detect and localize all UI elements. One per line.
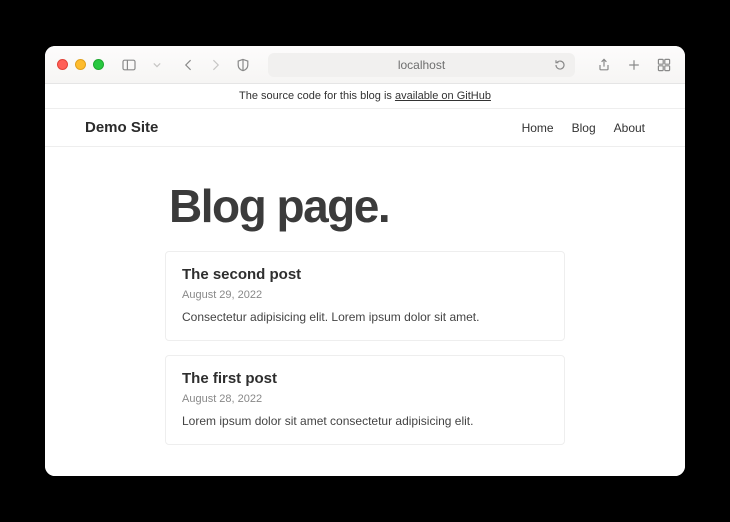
tabs-overview-icon[interactable] bbox=[655, 56, 673, 74]
post-excerpt: Consectetur adipisicing elit. Lorem ipsu… bbox=[182, 309, 548, 326]
chevron-down-icon[interactable] bbox=[148, 56, 166, 74]
nav-home[interactable]: Home bbox=[522, 121, 554, 135]
main-content: Blog page. The second post August 29, 20… bbox=[45, 147, 685, 476]
site-title[interactable]: Demo Site bbox=[85, 119, 158, 136]
nav-about[interactable]: About bbox=[614, 121, 645, 135]
new-tab-icon[interactable] bbox=[625, 56, 643, 74]
maximize-icon[interactable] bbox=[93, 59, 104, 70]
minimize-icon[interactable] bbox=[75, 59, 86, 70]
address-bar[interactable]: localhost bbox=[268, 53, 575, 77]
titlebar: localhost bbox=[45, 46, 685, 84]
post-card[interactable]: The first post August 28, 2022 Lorem ips… bbox=[165, 355, 565, 445]
page-title: Blog page. bbox=[169, 179, 565, 233]
window-controls bbox=[57, 59, 104, 70]
notice-prefix: The source code for this blog is bbox=[239, 90, 395, 102]
close-icon[interactable] bbox=[57, 59, 68, 70]
post-card[interactable]: The second post August 29, 2022 Consecte… bbox=[165, 251, 565, 341]
notice-link[interactable]: available on GitHub bbox=[395, 90, 491, 102]
post-date: August 29, 2022 bbox=[182, 289, 548, 301]
post-title: The first post bbox=[182, 370, 548, 387]
back-icon[interactable] bbox=[180, 56, 198, 74]
primary-nav: Home Blog About bbox=[522, 121, 645, 135]
shield-icon[interactable] bbox=[234, 56, 252, 74]
sidebar-toggle-icon[interactable] bbox=[120, 56, 138, 74]
post-excerpt: Lorem ipsum dolor sit amet consectetur a… bbox=[182, 413, 548, 430]
address-text: localhost bbox=[398, 58, 445, 72]
share-icon[interactable] bbox=[595, 56, 613, 74]
browser-window: localhost The source code for this blog … bbox=[45, 46, 685, 476]
post-date: August 28, 2022 bbox=[182, 393, 548, 405]
forward-icon[interactable] bbox=[206, 56, 224, 74]
nav-blog[interactable]: Blog bbox=[572, 121, 596, 135]
site-header: Demo Site Home Blog About bbox=[45, 109, 685, 147]
page-viewport: The source code for this blog is availab… bbox=[45, 84, 685, 476]
reload-icon[interactable] bbox=[551, 56, 569, 74]
source-notice: The source code for this blog is availab… bbox=[45, 84, 685, 109]
post-title: The second post bbox=[182, 266, 548, 283]
